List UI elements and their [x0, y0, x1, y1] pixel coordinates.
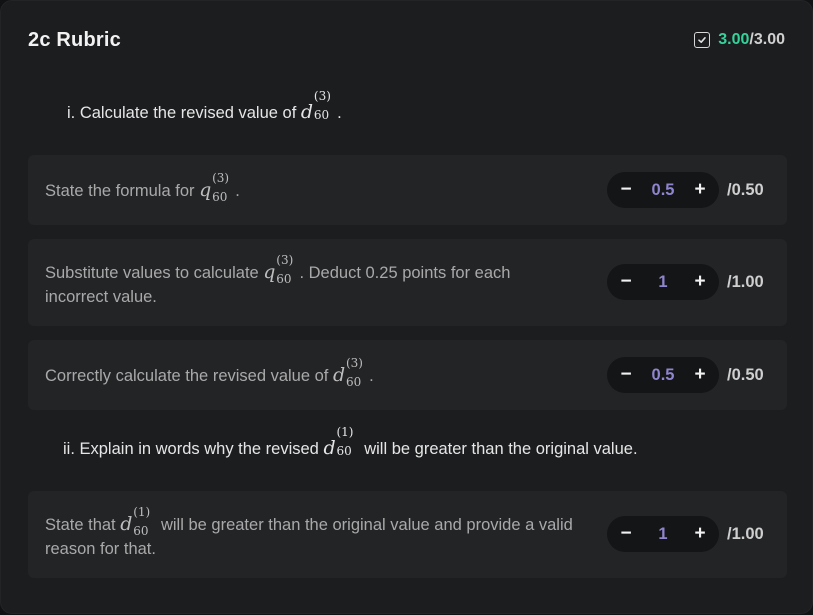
decrement-button[interactable]: − — [618, 523, 634, 545]
checkbox-icon — [694, 32, 711, 48]
rubric-item: State the formula for q (3) 60. − 0.5 + /0… — [28, 155, 787, 225]
rubric-title: 2c Rubric — [28, 29, 121, 51]
rubric-item-text: State that d (1) 60 will be greater than t… — [45, 505, 573, 558]
rubric-item: State that d (1) 60 will be greater than t… — [28, 491, 787, 578]
score-possible: /3.00 — [749, 31, 785, 48]
increment-button[interactable]: + — [692, 179, 708, 201]
decrement-button[interactable]: − — [618, 271, 634, 293]
increment-button[interactable]: + — [692, 364, 708, 386]
rubric-item: Correctly calculate the revised value of… — [28, 340, 787, 410]
score-stepper: − 1 + — [607, 516, 719, 552]
total-score: 3.00/3.00 — [694, 31, 785, 49]
score-earned: 3.00 — [718, 31, 750, 48]
decrement-button[interactable]: − — [618, 364, 634, 386]
rubric-item-text: Correctly calculate the revised value of… — [45, 356, 374, 389]
stepper-value[interactable]: 0.5 — [652, 366, 675, 385]
max-points: /0.50 — [727, 366, 764, 384]
max-points: /1.00 — [727, 273, 764, 291]
increment-button[interactable]: + — [692, 271, 708, 293]
rubric-item: Substitute values to calculate q (3) 60. D… — [28, 239, 787, 326]
score-stepper: − 0.5 + — [607, 357, 719, 393]
stepper-value[interactable]: 1 — [658, 273, 667, 292]
decrement-button[interactable]: − — [618, 179, 634, 201]
increment-button[interactable]: + — [692, 523, 708, 545]
score-stepper: − 0.5 + — [607, 172, 719, 208]
math-d60-1: d (1) 60 — [323, 425, 354, 459]
stepper-value[interactable]: 0.5 — [652, 181, 675, 200]
rubric-header: 2c Rubric 3.00/3.00 — [28, 29, 785, 53]
rubric-item-text: Substitute values to calculate q (3) 60. D… — [45, 253, 511, 306]
stepper-value[interactable]: 1 — [658, 525, 667, 544]
max-points: /1.00 — [727, 525, 764, 543]
rubric-card: 2c Rubric 3.00/3.00 i. Calculate the rev… — [0, 0, 813, 614]
score-stepper: − 1 + — [607, 264, 719, 300]
section-heading-ii: ii. Explain in words why the revised d (1… — [63, 425, 638, 459]
max-points: /0.50 — [727, 181, 764, 199]
section-heading-i: i. Calculate the revised value of d (3) 60… — [67, 89, 342, 123]
math-d60-3: d (3) 60 — [300, 89, 331, 123]
rubric-item-text: State the formula for q (3) 60. — [45, 171, 240, 204]
